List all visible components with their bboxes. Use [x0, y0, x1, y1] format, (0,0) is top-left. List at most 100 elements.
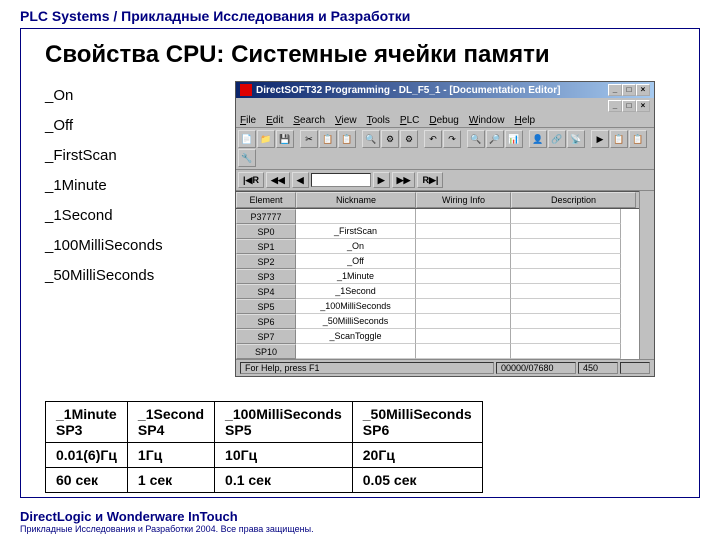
summary-cell: 1Гц [127, 443, 214, 468]
cell-nickname: _100MilliSeconds [296, 299, 416, 314]
toolbar-button[interactable]: 📋 [629, 130, 647, 148]
toolbar-button[interactable]: 🔍 [362, 130, 380, 148]
window: DirectSOFT32 Programming - DL_F5_1 - [Do… [235, 81, 655, 377]
table-row[interactable]: SP7_ScanToggle [236, 329, 639, 344]
summary-cell: 0.1 сек [215, 468, 353, 493]
toolbar-button[interactable]: 📡 [567, 130, 585, 148]
toolbar-button[interactable]: 🔗 [548, 130, 566, 148]
nav-prev[interactable]: ◀ [292, 172, 309, 188]
cell-nickname: _50MilliSeconds [296, 314, 416, 329]
menu-window[interactable]: Window [469, 115, 505, 126]
window-title: DirectSOFT32 Programming - DL_F5_1 - [Do… [256, 85, 560, 96]
cell [511, 299, 621, 314]
summary-header: _1SecondSP4 [127, 402, 214, 443]
footer-title: DirectLogic и Wonderware InTouch [20, 509, 314, 524]
close-button[interactable]: × [636, 100, 650, 112]
table-row[interactable]: SP5_100MilliSeconds [236, 299, 639, 314]
list-item: _100MilliSeconds [45, 231, 215, 261]
toolbar-button[interactable]: 💾 [276, 130, 294, 148]
toolbar-button[interactable]: 🔎 [486, 130, 504, 148]
cell-nickname: _On [296, 239, 416, 254]
table-row[interactable]: SP3_1Minute [236, 269, 639, 284]
cell [416, 329, 511, 344]
table-row[interactable]: P37777 [236, 209, 639, 224]
maximize-button[interactable]: □ [622, 84, 636, 96]
cell [511, 344, 621, 359]
menu-help[interactable]: Help [514, 115, 535, 126]
nav-first[interactable]: |◀R [238, 172, 264, 188]
menu-debug[interactable]: Debug [429, 115, 458, 126]
cell [511, 284, 621, 299]
cell-element: SP7 [236, 329, 296, 344]
toolbar-button[interactable]: 🔍 [467, 130, 485, 148]
maximize-button[interactable]: □ [622, 100, 636, 112]
menu-edit[interactable]: Edit [266, 115, 283, 126]
table-row[interactable]: SP4_1Second [236, 284, 639, 299]
list-item: _Off [45, 111, 215, 141]
toolbar-button[interactable]: 📊 [505, 130, 523, 148]
menu-search[interactable]: Search [293, 115, 325, 126]
toolbar-button[interactable]: 🔧 [238, 149, 256, 167]
nav-input[interactable] [311, 173, 371, 187]
toolbar-button[interactable]: 📁 [257, 130, 275, 148]
col-wiring[interactable]: Wiring Info [416, 192, 511, 208]
menu-file[interactable]: File [240, 115, 256, 126]
cell-element: SP0 [236, 224, 296, 239]
cell [416, 239, 511, 254]
col-nickname[interactable]: Nickname [296, 192, 416, 208]
col-desc[interactable]: Description [511, 192, 636, 208]
toolbar-button[interactable]: ↶ [424, 130, 442, 148]
summary-header: _100MilliSecondsSP5 [215, 402, 353, 443]
summary-cell: 1 сек [127, 468, 214, 493]
status-help: For Help, press F1 [240, 362, 494, 374]
toolbar-button[interactable]: ✂ [300, 130, 318, 148]
toolbar-button[interactable]: ⚙ [400, 130, 418, 148]
toolbar-button[interactable]: 📋 [319, 130, 337, 148]
toolbar-button[interactable]: ▶ [591, 130, 609, 148]
table-row[interactable]: SP10 [236, 344, 639, 359]
summary-table: _1MinuteSP3 _1SecondSP4 _100MilliSeconds… [45, 401, 483, 493]
menu-plc[interactable]: PLC [400, 115, 419, 126]
table-row[interactable]: SP6_50MilliSeconds [236, 314, 639, 329]
summary-cell: 0.05 сек [352, 468, 482, 493]
cell [511, 269, 621, 284]
summary-cell: 60 сек [46, 468, 128, 493]
toolbar-button[interactable]: ⚙ [381, 130, 399, 148]
status-bar: For Help, press F1 00000/07680 450 [236, 359, 654, 376]
close-button[interactable]: × [636, 84, 650, 96]
cell-element: SP3 [236, 269, 296, 284]
minimize-button[interactable]: _ [608, 84, 622, 96]
list-item: _1Minute [45, 171, 215, 201]
cell [511, 239, 621, 254]
nav-last[interactable]: R▶| [417, 172, 443, 188]
cell-nickname: _1Second [296, 284, 416, 299]
menu-tools[interactable]: Tools [367, 115, 390, 126]
summary-header: _1MinuteSP3 [46, 402, 128, 443]
cell [416, 254, 511, 269]
cell-element: SP1 [236, 239, 296, 254]
table-row[interactable]: SP1_On [236, 239, 639, 254]
minimize-button[interactable]: _ [608, 100, 622, 112]
toolbar-button[interactable]: 👤 [529, 130, 547, 148]
table-row[interactable]: SP2_Off [236, 254, 639, 269]
nav-bar: |◀R ◀◀ ◀ ▶ ▶▶ R▶| [236, 170, 654, 191]
cell [416, 209, 511, 224]
toolbar-button[interactable]: ↷ [443, 130, 461, 148]
toolbar-button[interactable]: 📋 [610, 130, 628, 148]
toolbar-button[interactable]: 📋 [338, 130, 356, 148]
scrollbar-vertical[interactable] [639, 191, 654, 359]
nav-next[interactable]: ▶ [373, 172, 390, 188]
menu-view[interactable]: View [335, 115, 357, 126]
toolbar: 📄 📁 💾 ✂ 📋 📋 🔍 ⚙ ⚙ ↶ ↷ [236, 128, 654, 170]
cell [511, 314, 621, 329]
nav-next-fast[interactable]: ▶▶ [392, 172, 416, 188]
toolbar-button[interactable]: 📄 [238, 130, 256, 148]
summary-cell: 20Гц [352, 443, 482, 468]
footer-copyright: Прикладные Исследования и Разработки 200… [20, 524, 314, 534]
nav-prev-fast[interactable]: ◀◀ [266, 172, 290, 188]
col-element[interactable]: Element [236, 192, 296, 208]
table-row[interactable]: SP0_FirstScan [236, 224, 639, 239]
page-title: Свойства CPU: Системные ячейки памяти [45, 41, 675, 69]
slide-header: PLC Systems / Прикладные Исследования и … [20, 8, 700, 24]
grid-headers: Element Nickname Wiring Info Description [236, 191, 639, 209]
